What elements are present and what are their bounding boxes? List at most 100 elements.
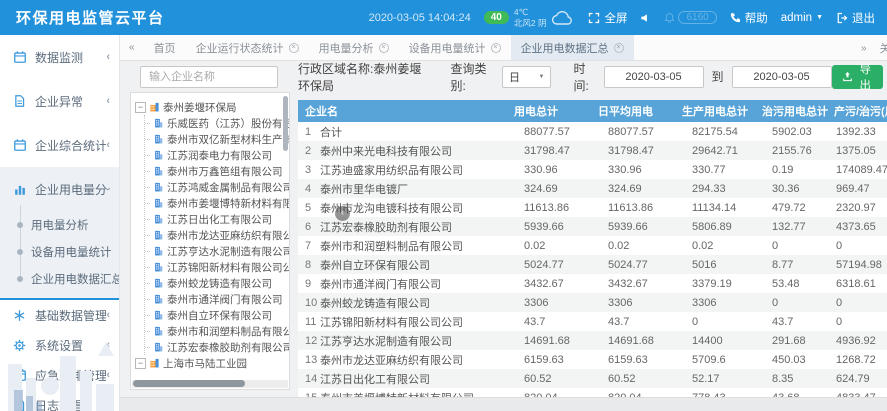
value-cell: 5024.77 [510, 255, 594, 274]
value-cell: 2155.76 [758, 141, 830, 160]
sidebar-item[interactable]: 企业用电量分析‹ [0, 167, 119, 211]
tree-horizontal-scrollbar[interactable] [132, 380, 288, 388]
app-title: 环保用电监管云平台 [16, 7, 165, 28]
data-table: 企业名用电总计日平均用电生产用电总计治污用电总计产污/治污(用 1合计88077… [298, 100, 887, 397]
tree-company-node[interactable]: 泰州蛟龙铸造有限公司 [145, 275, 289, 291]
tree-collapse-icon[interactable]: − [135, 358, 146, 369]
tabs-scroll-left-icon[interactable]: « [120, 42, 144, 53]
tab-企业用电数据汇总[interactable]: 企业用电数据汇总× [511, 35, 634, 61]
chevron-icon: ‹ [106, 399, 110, 411]
table-row[interactable]: 6江苏宏泰橡胶助剂有限公司5939.665939.665806.89132.77… [298, 217, 887, 236]
sidebar-menu: 数据监测‹企业异常‹企业综合统计‹企业用电量分析‹用电量分析设备用电量统计企业用… [0, 35, 119, 411]
company-name-cell: 泰州蛟龙铸造有限公司 [318, 293, 510, 312]
export-button[interactable]: 导出 [832, 65, 883, 89]
close-operations-button[interactable]: 关闭操作 [880, 40, 887, 56]
company-name-cell: 泰州市姜堰博特新材料有限公司 [318, 388, 510, 397]
tree-vertical-scrollbar[interactable] [283, 96, 288, 151]
value-cell: 324.69 [594, 179, 678, 198]
tree-company-node[interactable]: 泰州市通洋阀门有限公司 [145, 291, 289, 307]
value-cell: 8.35 [758, 369, 830, 388]
tree-company-node[interactable]: 江苏鸿威金属制品有限公司 [145, 179, 289, 195]
tab-label: 企业运行状态统计 [196, 40, 284, 56]
table-row[interactable]: 13泰州市龙达亚麻纺织有限公司6159.636159.635709.6450.0… [298, 350, 887, 369]
tab-label: 首页 [154, 40, 176, 56]
sidebar-item[interactable]: 应急减排管理‹ [0, 360, 119, 390]
fullscreen-button[interactable]: 全屏 [588, 10, 627, 26]
search-input[interactable] [140, 66, 278, 88]
table-row[interactable]: 9泰州市通洋阀门有限公司3432.673432.673379.1953.4863… [298, 274, 887, 293]
table-row[interactable]: 8泰州自立环保有限公司5024.775024.7750168.7757194.9… [298, 255, 887, 274]
table-row[interactable]: 12江苏亨达水泥制造有限公司14691.6814691.6814400291.6… [298, 331, 887, 350]
tree-company-node[interactable]: 泰州市和润塑料制品有限公司 [145, 323, 289, 339]
value-cell: 5709.6 [678, 350, 758, 369]
tree-company-node[interactable]: 泰州市双亿新型材料生产有限公司 [145, 131, 289, 147]
value-cell: 1392.33 [830, 122, 887, 141]
tree-company-node[interactable]: 江苏日出化工有限公司 [145, 211, 289, 227]
table-row[interactable]: 2泰州中来光电科技有限公司31798.4731798.4729642.71215… [298, 141, 887, 160]
sidebar-subitem[interactable]: 企业用电数据汇总 [0, 265, 119, 292]
tab-close-icon[interactable]: × [491, 43, 501, 53]
alarm-indicator[interactable]: 6160 [664, 11, 716, 24]
sidebar-item[interactable]: 日志查看‹ [0, 390, 119, 411]
building-icon [153, 261, 164, 273]
tree-company-node[interactable]: 江苏润泰电力有限公司 [145, 147, 289, 163]
tree-company-node[interactable]: 江苏亨达水泥制造有限公司 [145, 243, 289, 259]
tab-close-icon[interactable]: × [614, 43, 624, 53]
tree-company-node[interactable]: 泰州市万鑫笆组有限公司 [145, 163, 289, 179]
query-category-select[interactable]: 日 ▼ [502, 66, 552, 88]
tree-company-node[interactable]: 泰州市姜堰博特新材料有限公司 [145, 195, 289, 211]
tree-node-label: 泰州蛟龙铸造有限公司 [167, 276, 272, 291]
table-row[interactable]: 14江苏日出化工有限公司60.5260.5252.178.35624.79 [298, 369, 887, 388]
chevron-icon: ‹ [106, 309, 110, 321]
footer-strip [120, 397, 887, 411]
speaker-icon[interactable] [640, 12, 651, 24]
value-cell: 3306 [678, 293, 758, 312]
tree-company-node[interactable]: 泰州自立环保有限公司 [145, 307, 289, 323]
tree-root-node[interactable]: −泰州姜堰环保局 [135, 99, 289, 115]
tree-company-node[interactable]: 泰州市龙达亚麻纺织有限公司 [145, 227, 289, 243]
table-row[interactable]: 5泰州市龙沟电镀科技有限公司11613.8611613.8611134.1447… [298, 198, 887, 217]
export-icon [842, 71, 853, 82]
table-row[interactable]: 4泰州市里华电镀厂324.69324.69294.3330.36969.47 [298, 179, 887, 198]
table-row[interactable]: 7泰州市和润塑料制品有限公司0.020.020.0200 [298, 236, 887, 255]
value-cell: 479.72 [758, 198, 830, 217]
tree-company-node[interactable]: 乐威医药（江苏）股份有限公司 [145, 115, 289, 131]
company-name-cell: 江苏锦阳新材料有限公司公司 [318, 312, 510, 331]
tab-企业运行状态统计[interactable]: 企业运行状态统计 × [186, 35, 309, 61]
tree-collapse-icon[interactable]: − [135, 102, 146, 113]
date-to-input[interactable] [732, 66, 832, 88]
table-row[interactable]: 10泰州蛟龙铸造有限公司33063306330600 [298, 293, 887, 312]
row-number: 13 [298, 350, 318, 369]
table-row[interactable]: 15泰州市姜堰博特新材料有限公司820.04820.04778.4343.684… [298, 388, 887, 397]
panel-collapse-button[interactable]: ‹ [335, 206, 350, 221]
sidebar-subitem[interactable]: 用电量分析 [0, 211, 119, 238]
tab-list: 首页企业运行状态统计×用电量分析×设备用电量统计×企业用电数据汇总× [144, 35, 634, 61]
tab-close-icon[interactable]: × [289, 43, 299, 53]
tab-用电量分析[interactable]: 用电量分析× [309, 35, 399, 61]
sidebar-subitem[interactable]: 设备用电量统计 [0, 238, 119, 265]
tab-bar: « 首页企业运行状态统计×用电量分析×设备用电量统计×企业用电数据汇总× » 关… [120, 35, 887, 61]
sidebar-item[interactable]: 基础数据管理‹ [0, 300, 119, 330]
value-cell: 5024.77 [594, 255, 678, 274]
table-row[interactable]: 11江苏锦阳新材料有限公司公司43.743.7043.70 [298, 312, 887, 331]
value-cell: 4373.65 [830, 217, 887, 236]
tab-设备用电量统计[interactable]: 设备用电量统计× [399, 35, 511, 61]
table-row[interactable]: 3江苏迪盛家用纺织品有限公司330.96330.96330.770.191740… [298, 160, 887, 179]
sidebar-item[interactable]: 系统设置‹ [0, 330, 119, 360]
tree-node-label: 泰州市龙达亚麻纺织有限公司 [167, 228, 290, 243]
tree-company-node[interactable]: 江苏宏泰橡胶助剂有限公司 [145, 339, 289, 355]
date-from-input[interactable] [604, 66, 704, 88]
sidebar-item[interactable]: 数据监测‹ [0, 35, 119, 79]
user-menu[interactable]: admin ▼ [781, 12, 823, 24]
table-row[interactable]: 1合计88077.5788077.5782175.545902.031392.3… [298, 122, 887, 141]
tree-company-node[interactable]: 江苏锦阳新材料有限公司公司 [145, 259, 289, 275]
tab-close-icon[interactable]: × [379, 43, 389, 53]
tree-root-node[interactable]: −上海市马陆工业园 [135, 355, 289, 371]
row-number: 9 [298, 274, 318, 293]
sidebar-item[interactable]: 企业综合统计‹ [0, 123, 119, 167]
help-button[interactable]: 帮助 [730, 10, 768, 26]
logout-button[interactable]: 退出 [836, 10, 875, 26]
sidebar-item[interactable]: 企业异常‹ [0, 79, 119, 123]
tab-首页[interactable]: 首页 [144, 35, 186, 61]
tabs-scroll-right-icon[interactable]: » [852, 43, 876, 54]
